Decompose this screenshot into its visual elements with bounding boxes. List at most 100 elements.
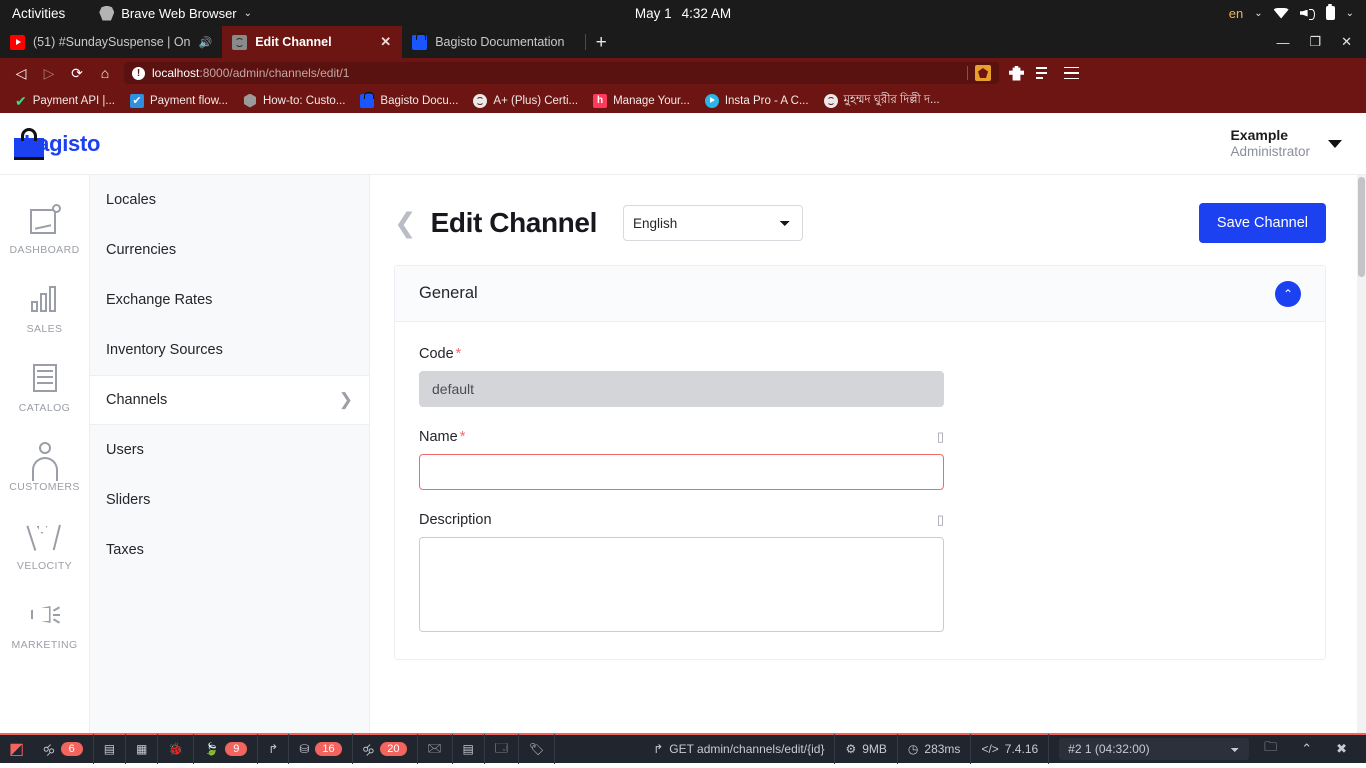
mail-icon: 🖂: [427, 740, 442, 755]
chevron-left-icon[interactable]: ❮: [394, 209, 417, 237]
debugbar-request[interactable]: 🗔: [485, 734, 519, 764]
chevron-down-icon[interactable]: [1328, 139, 1342, 148]
user-name: Example: [1230, 127, 1289, 143]
green-check-icon: ✔: [15, 92, 27, 109]
debugbar-time[interactable]: ◷ 283ms: [898, 734, 972, 764]
sidebar-item-label: CUSTOMERS: [9, 481, 80, 493]
bookmarks-bar: ✔ Payment API |... ✔ Payment flow... How…: [0, 88, 1366, 113]
close-window-button[interactable]: ✕: [1341, 34, 1352, 50]
sidebar-item-taxes[interactable]: Taxes: [90, 525, 369, 575]
chevron-up-icon[interactable]: ⌃: [1292, 741, 1321, 757]
debugbar-redirect[interactable]: ↱: [258, 734, 290, 764]
sidebar-item-label: CATALOG: [18, 402, 71, 414]
debugbar-queries[interactable]: 🍃 9: [194, 734, 259, 764]
locale-flag-icon: ▯: [936, 429, 944, 444]
info-circle-icon[interactable]: !: [132, 66, 145, 80]
maximize-button[interactable]: ❐: [1309, 34, 1321, 50]
mute-icon[interactable]: 🔊: [199, 36, 213, 49]
sidebar-item-users[interactable]: Users: [90, 425, 369, 475]
scrollbar-thumb[interactable]: [1358, 177, 1365, 277]
messages-icon: 🝰: [43, 743, 55, 758]
bookmark-payment-api[interactable]: ✔ Payment API |...: [8, 90, 122, 111]
request-history-select[interactable]: #2 1 (04:32:00): [1059, 738, 1250, 760]
close-icon[interactable]: ✕: [379, 34, 392, 50]
app-logo[interactable]: bagisto: [14, 127, 100, 160]
os-time: 4:32 AM: [681, 5, 732, 21]
description-label: Description: [419, 512, 492, 528]
hamburger-menu-icon[interactable]: [1064, 66, 1079, 80]
keyboard-layout-label[interactable]: en: [1229, 6, 1243, 21]
debugbar-php[interactable]: </> 7.4.16: [971, 734, 1050, 764]
debugbar-database[interactable]: ⛁ 16: [289, 734, 353, 764]
home-icon[interactable]: ⌂: [92, 61, 118, 85]
debugbar-messages[interactable]: 🝰 6: [33, 734, 94, 764]
page-scrollbar[interactable]: [1357, 175, 1366, 733]
close-icon[interactable]: ✖: [1327, 741, 1356, 757]
laravel-debugbar: ◩ 🝰 6 ▤ ▦ 🐞 🍃 9 ↱ ⛁ 16 🝰 20 🖂 ▤ 🗔 🏷 ↱ GE…: [0, 733, 1366, 764]
debugbar-route[interactable]: ▦: [126, 734, 159, 764]
sidebar-item-exchange-rates[interactable]: Exchange Rates: [90, 275, 369, 325]
sidebar-item-sliders[interactable]: Sliders: [90, 475, 369, 525]
address-bar[interactable]: ! localhost:8000/admin/channels/edit/1: [124, 62, 999, 84]
debugbar-route-info[interactable]: ↱ GET admin/channels/edit/{id}: [643, 734, 836, 764]
os-status-area[interactable]: en ⌄ ⌄: [1229, 3, 1366, 21]
new-tab-button[interactable]: +: [586, 26, 616, 58]
folder-icon[interactable]: 🗀: [1255, 738, 1286, 760]
name-input[interactable]: [419, 454, 944, 490]
debugbar-session[interactable]: ▤: [453, 734, 485, 764]
bookmark-bagisto-docu[interactable]: Bagisto Docu...: [353, 90, 465, 111]
sidebar-item-label: MARKETING: [11, 639, 78, 651]
models-badge: 20: [380, 742, 407, 756]
locale-select[interactable]: English: [622, 205, 803, 241]
bookmark-a-plus-certi[interactable]: A+ (Plus) Certi...: [466, 90, 585, 111]
active-app-indicator[interactable]: Brave Web Browser ⌄: [99, 5, 252, 21]
reload-icon[interactable]: ⟳: [64, 61, 90, 85]
browser-tab-bagisto-docs[interactable]: Bagisto Documentation: [402, 26, 583, 58]
debugbar-models[interactable]: 🝰 20: [353, 734, 418, 764]
laravel-icon[interactable]: ◩: [0, 739, 33, 759]
chevron-down-icon[interactable]: ⌄: [1346, 8, 1354, 19]
sidebar-item-catalog[interactable]: CATALOG: [0, 347, 89, 426]
sidebar-item-locales[interactable]: Locales: [90, 175, 369, 225]
name-label-row: Name * ▯: [419, 429, 944, 445]
debugbar-memory[interactable]: ⚙ 9MB: [835, 734, 898, 764]
debugbar-tags[interactable]: 🏷: [519, 734, 556, 764]
debugbar-exceptions[interactable]: 🐞: [158, 734, 195, 764]
description-textarea[interactable]: [419, 537, 944, 632]
sidebar-item-sales[interactable]: SALES: [0, 268, 89, 347]
wifi-icon: [1273, 7, 1289, 19]
chevron-up-icon[interactable]: ⌃: [1275, 280, 1301, 307]
sidebar-item-velocity[interactable]: VELOCITY: [0, 505, 89, 584]
code-icon: </>: [981, 742, 999, 756]
debugbar-mail[interactable]: 🖂: [418, 734, 453, 764]
bookmark-bengali-article[interactable]: মুহম্মদ ঘুরীর দিল্লী দ...: [817, 90, 947, 111]
models-icon: 🝰: [362, 743, 375, 758]
bookmark-insta-pro[interactable]: Insta Pro - A C...: [698, 90, 816, 111]
minimize-button[interactable]: —: [1276, 35, 1289, 50]
bookmark-label: Manage Your...: [613, 94, 690, 107]
bookmark-how-to-custo[interactable]: How-to: Custo...: [236, 90, 352, 111]
sidebar-item-dashboard[interactable]: DASHBOARD: [0, 189, 89, 268]
user-menu[interactable]: Example Administrator: [1230, 127, 1342, 160]
extensions-puzzle-icon[interactable]: [1009, 65, 1024, 81]
browser-tab-youtube[interactable]: (51) #SundaySuspense | On 🔊: [0, 26, 223, 58]
forward-icon: ▷: [43, 64, 55, 81]
brave-shield-icon[interactable]: [975, 65, 991, 81]
bookmark-payment-flow[interactable]: ✔ Payment flow...: [123, 90, 235, 111]
sidebar-item-inventory-sources[interactable]: Inventory Sources: [90, 325, 369, 375]
sidebar-item-currencies[interactable]: Currencies: [90, 225, 369, 275]
redirect-icon: ↱: [268, 742, 279, 756]
activities-button[interactable]: Activities: [0, 6, 77, 21]
bookmark-manage-your[interactable]: h Manage Your...: [586, 90, 697, 111]
debugbar-views[interactable]: ▤: [94, 734, 127, 764]
code-input[interactable]: [419, 371, 944, 407]
sidebar-item-marketing[interactable]: MARKETING: [0, 584, 89, 663]
sidebar-item-channels[interactable]: Channels ❯: [90, 375, 369, 425]
back-icon[interactable]: ◁: [8, 61, 34, 85]
panel-header[interactable]: General ⌃: [395, 266, 1325, 322]
save-channel-button[interactable]: Save Channel: [1198, 203, 1326, 243]
browser-tab-edit-channel[interactable]: Edit Channel ✕: [222, 26, 403, 58]
playlist-icon[interactable]: [1036, 66, 1052, 80]
time-label: 283ms: [924, 742, 961, 756]
sidebar-item-customers[interactable]: CUSTOMERS: [0, 426, 89, 505]
